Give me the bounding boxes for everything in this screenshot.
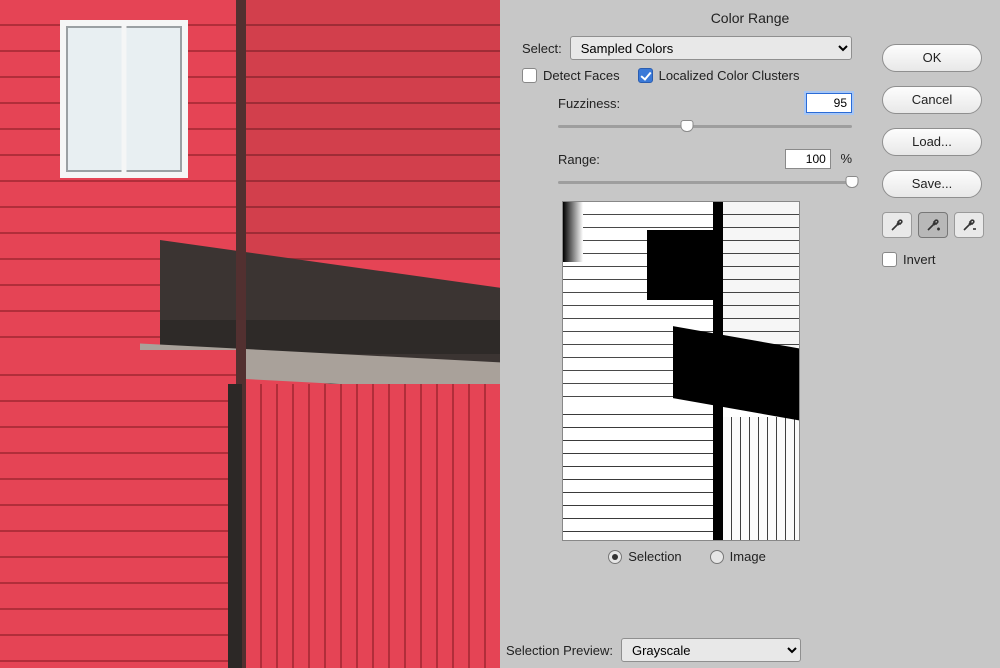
selection-preview-label: Selection Preview: — [506, 643, 613, 658]
range-unit: % — [840, 151, 852, 166]
fuzziness-slider[interactable] — [558, 117, 852, 135]
invert-label: Invert — [903, 252, 936, 267]
detect-faces-label: Detect Faces — [543, 68, 620, 83]
photo-lower-right — [246, 384, 500, 668]
dialog-title: Color Range — [500, 0, 1000, 34]
cancel-button[interactable]: Cancel — [882, 86, 982, 114]
photo-lower-left — [0, 350, 240, 668]
color-range-dialog: Color Range Select: Sampled Colors Detec… — [500, 0, 1000, 668]
invert-input[interactable] — [882, 252, 897, 267]
dialog-button-column: OK Cancel Load... Save... Invert — [882, 44, 984, 267]
preview-mode-image-radio[interactable] — [710, 550, 724, 564]
photo-vertical-slats — [246, 384, 500, 668]
selection-preview-thumbnail — [562, 201, 800, 541]
slider-track — [558, 181, 852, 184]
preview-mode-selection[interactable]: Selection — [608, 549, 681, 564]
eyedropper-add-icon[interactable] — [918, 212, 948, 238]
range-input[interactable] — [785, 149, 831, 169]
slider-thumb[interactable] — [846, 176, 859, 188]
photo-siding-upper-right — [246, 0, 500, 260]
range-label: Range: — [558, 152, 600, 167]
preview-mode-selection-label: Selection — [628, 549, 681, 564]
fuzziness-label: Fuzziness: — [558, 96, 620, 111]
canvas-image — [0, 0, 500, 668]
slider-track — [558, 125, 852, 128]
detect-faces-checkbox[interactable]: Detect Faces — [522, 68, 620, 83]
detect-faces-input[interactable] — [522, 68, 537, 83]
preview-mode-selection-radio[interactable] — [608, 550, 622, 564]
ok-button[interactable]: OK — [882, 44, 982, 72]
photo-window — [60, 20, 188, 178]
dialog-content: Select: Sampled Colors Detect Faces Loca… — [522, 36, 852, 658]
eyedropper-icon[interactable] — [882, 212, 912, 238]
fuzziness-input[interactable] — [806, 93, 852, 113]
preview-mode-image-label: Image — [730, 549, 766, 564]
slider-thumb[interactable] — [681, 120, 694, 132]
save-button[interactable]: Save... — [882, 170, 982, 198]
select-label: Select: — [522, 41, 562, 56]
preview-mode-image[interactable]: Image — [710, 549, 766, 564]
range-slider[interactable] — [558, 173, 852, 191]
localized-clusters-input[interactable] — [638, 68, 653, 83]
invert-checkbox[interactable]: Invert — [882, 252, 984, 267]
load-button[interactable]: Load... — [882, 128, 982, 156]
localized-clusters-label: Localized Color Clusters — [659, 68, 800, 83]
localized-clusters-checkbox[interactable]: Localized Color Clusters — [638, 68, 800, 83]
select-dropdown[interactable]: Sampled Colors — [570, 36, 852, 60]
photo-downspout — [228, 384, 242, 668]
eyedropper-subtract-icon[interactable] — [954, 212, 984, 238]
selection-preview-dropdown[interactable]: Grayscale — [621, 638, 801, 662]
